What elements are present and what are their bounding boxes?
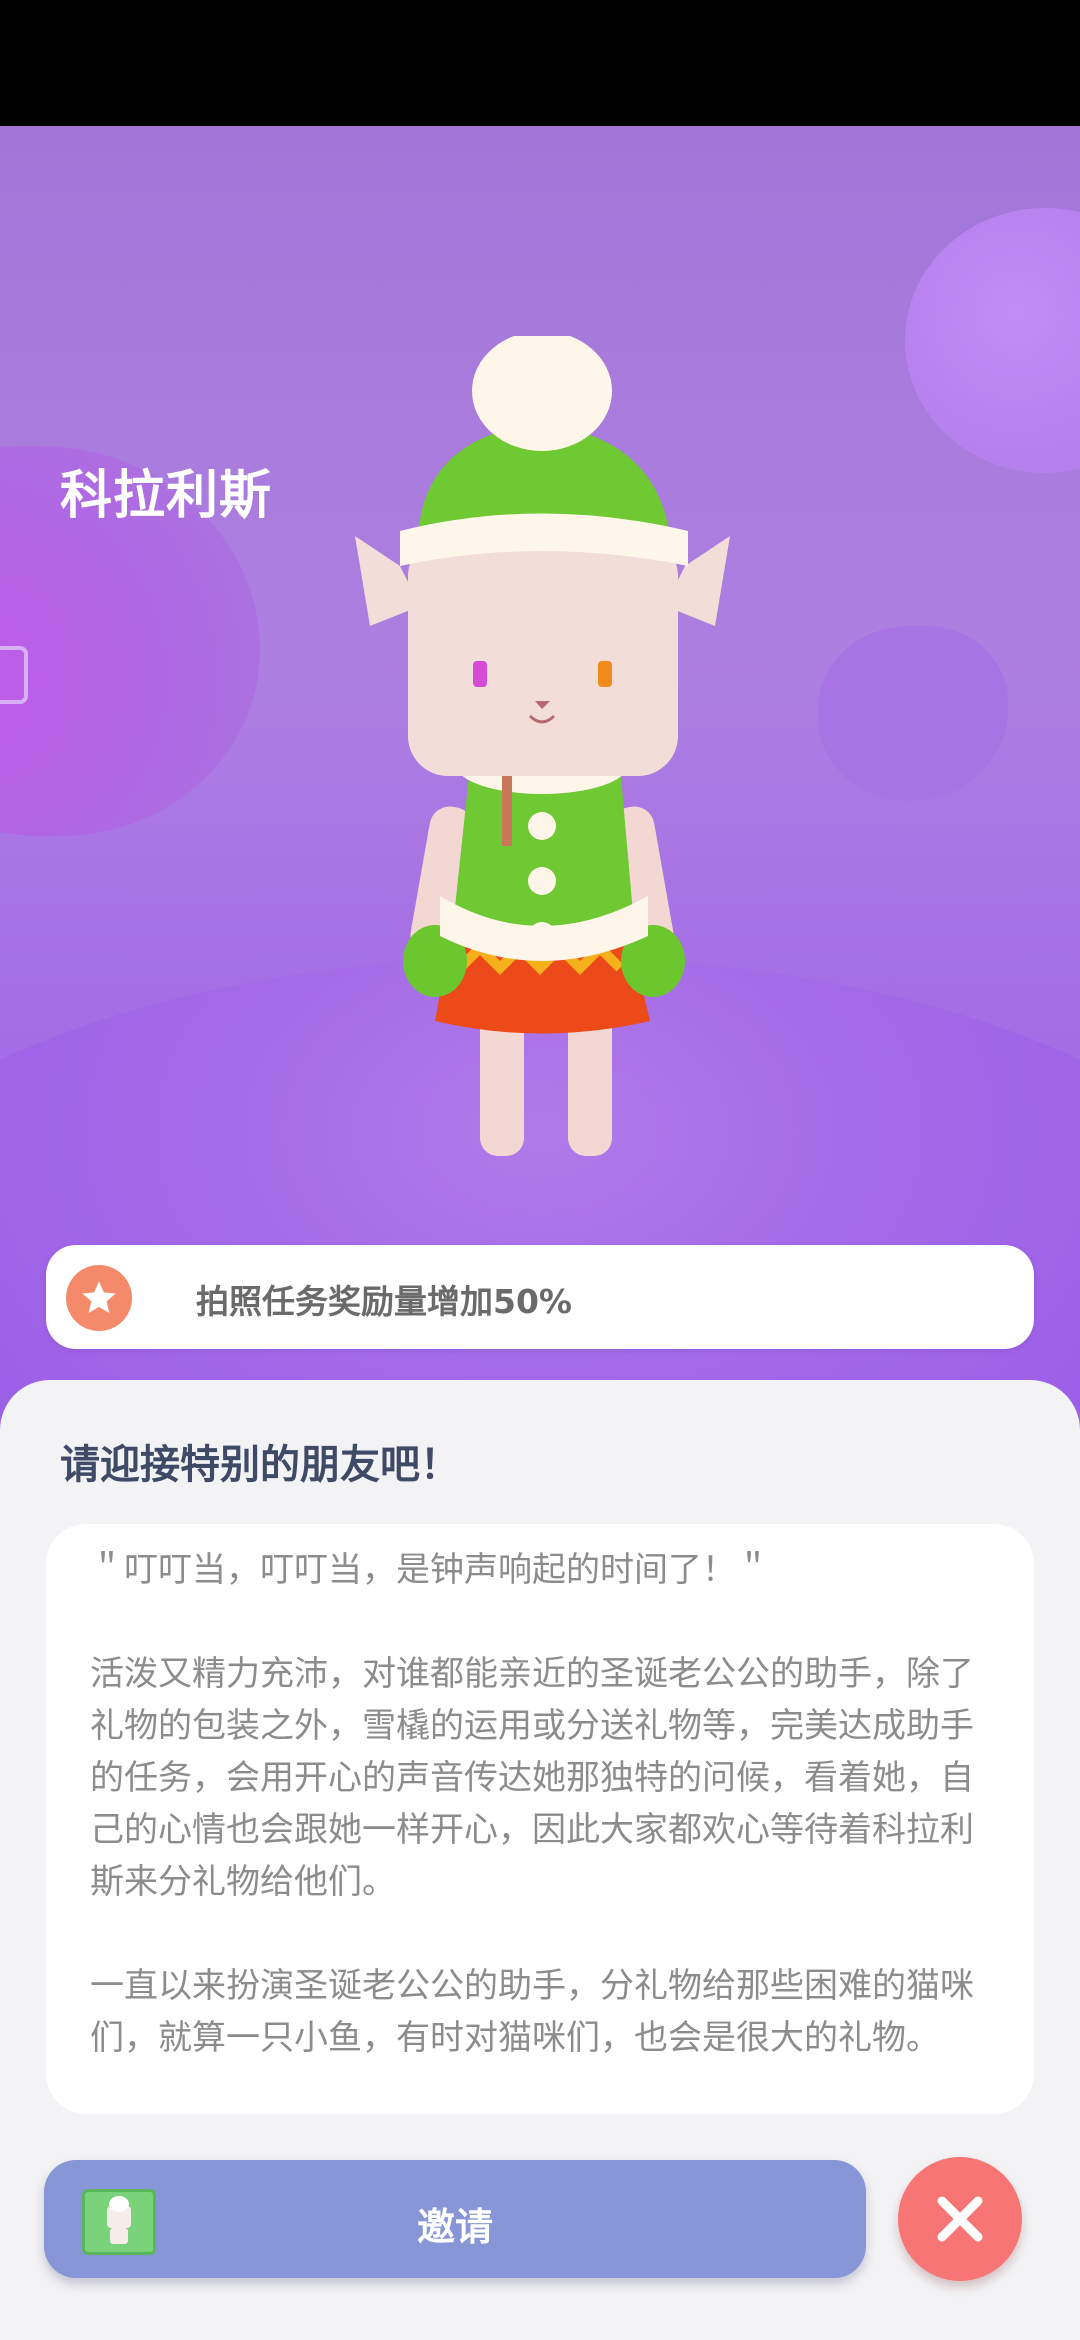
decor-bubble: [818, 626, 1008, 801]
invite-button[interactable]: 邀请: [44, 2160, 866, 2278]
character-model[interactable]: [330, 336, 750, 1176]
character-name: 科拉利斯: [60, 466, 273, 526]
character-eye: [473, 661, 487, 687]
close-icon: [937, 2196, 983, 2242]
description-quote: ＂叮叮当，叮叮当，是钟声响起的时间了！＂: [90, 1550, 770, 1590]
close-button[interactable]: [898, 2157, 1022, 2281]
side-tab-icon[interactable]: [0, 646, 28, 704]
perk-text: 拍照任务奖励量增加50%: [196, 1282, 572, 1321]
description-paragraph: 活泼又精力充沛，对谁都能亲近的圣诞老公公的助手，除了礼物的包装之外，雪橇的运用或…: [90, 1654, 974, 1902]
hat-pompom: [472, 336, 612, 451]
perk-banner: 拍照任务奖励量增加50%: [46, 1245, 1034, 1349]
bottom-sheet: 请迎接特别的朋友吧！ ＂叮叮当，叮叮当，是钟声响起的时间了！＂ 活泼又精力充沛，…: [0, 1380, 1080, 2340]
description-paragraph: 一直以来扮演圣诞老公公的助手，分礼物给那些困难的猫咪们，就算一只小鱼，有时对猫咪…: [90, 1966, 974, 2058]
sheet-title: 请迎接特别的朋友吧！: [60, 1442, 460, 1488]
description-scroll[interactable]: ＂叮叮当，叮叮当，是钟声响起的时间了！＂ 活泼又精力充沛，对谁都能亲近的圣诞老公…: [90, 1544, 990, 2089]
decor-bubble: [905, 208, 1080, 473]
description-card[interactable]: ＂叮叮当，叮叮当，是钟声响起的时间了！＂ 活泼又精力充沛，对谁都能亲近的圣诞老公…: [46, 1524, 1034, 2114]
status-bar: [0, 0, 1080, 126]
character-eye: [598, 661, 612, 687]
character-head: [408, 536, 678, 776]
invite-label: 邀请: [416, 2205, 493, 2249]
star-icon: [66, 1265, 132, 1331]
